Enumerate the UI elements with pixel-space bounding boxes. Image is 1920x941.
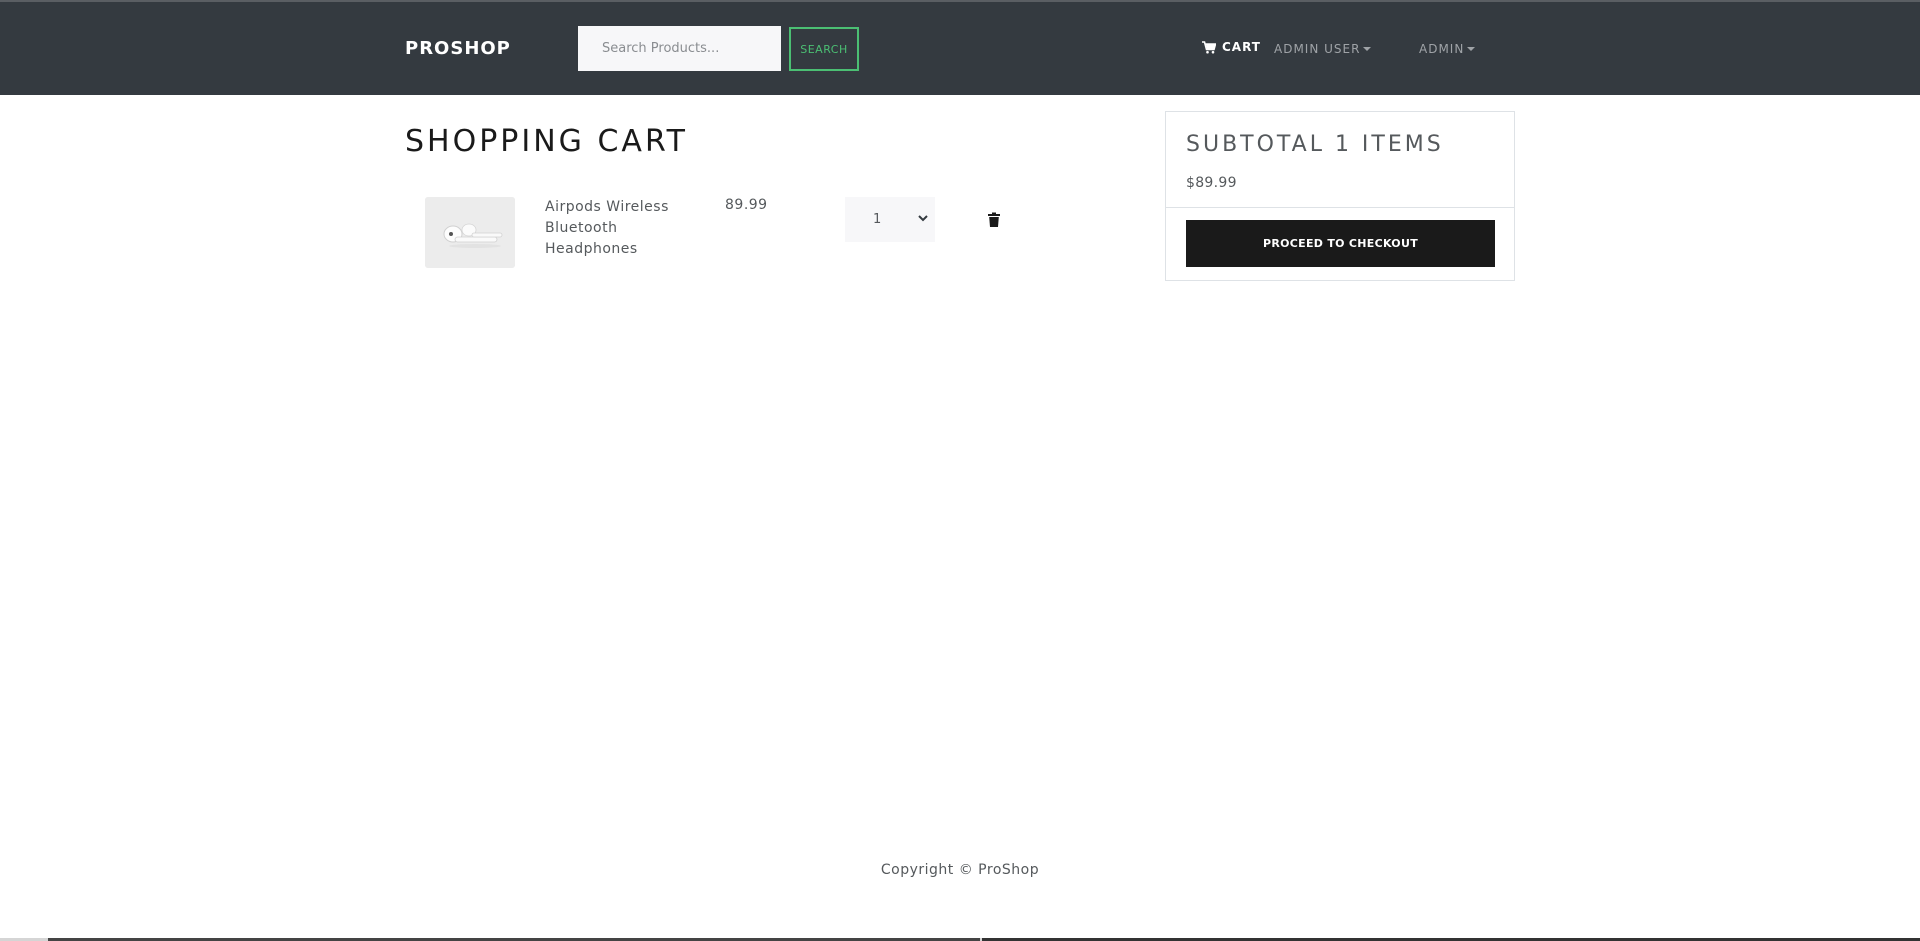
- nav-cart-label: CART: [1222, 40, 1261, 54]
- checkout-button[interactable]: PROCEED TO CHECKOUT: [1186, 220, 1495, 267]
- trash-icon[interactable]: [987, 212, 1001, 228]
- brand-logo[interactable]: PROSHOP: [405, 38, 511, 59]
- order-summary-card: SUBTOTAL 1 ITEMS $89.99 PROCEED TO CHECK…: [1165, 111, 1515, 281]
- page-title: SHOPPING CART: [405, 124, 688, 159]
- summary-divider: [1166, 207, 1514, 208]
- product-price: 89.99: [725, 197, 768, 213]
- caret-down-icon: [1467, 47, 1476, 51]
- quantity-value: 1: [873, 212, 882, 227]
- product-image[interactable]: [425, 197, 515, 268]
- subtotal-amount: $89.99: [1186, 175, 1237, 191]
- admin-menu-dropdown[interactable]: ADMIN: [1419, 42, 1476, 56]
- airpods-image: [425, 197, 515, 268]
- navbar: PROSHOP SEARCH CART ADMIN USER ADMIN: [0, 2, 1920, 95]
- search-input[interactable]: [578, 26, 781, 71]
- caret-down-icon: [1363, 47, 1372, 51]
- user-menu-dropdown[interactable]: ADMIN USER: [1274, 42, 1372, 56]
- admin-menu-label: ADMIN: [1419, 42, 1465, 56]
- nav-cart-link[interactable]: CART: [1202, 40, 1261, 54]
- product-name-link[interactable]: Airpods Wireless Bluetooth Headphones: [545, 197, 685, 260]
- chevron-down-icon: [918, 215, 928, 222]
- footer-copyright: Copyright © ProShop: [880, 862, 1040, 878]
- subtotal-heading: SUBTOTAL 1 ITEMS: [1186, 132, 1444, 157]
- shopping-cart-icon: [1202, 40, 1216, 53]
- search-button[interactable]: SEARCH: [789, 27, 859, 71]
- user-menu-label: ADMIN USER: [1274, 42, 1361, 56]
